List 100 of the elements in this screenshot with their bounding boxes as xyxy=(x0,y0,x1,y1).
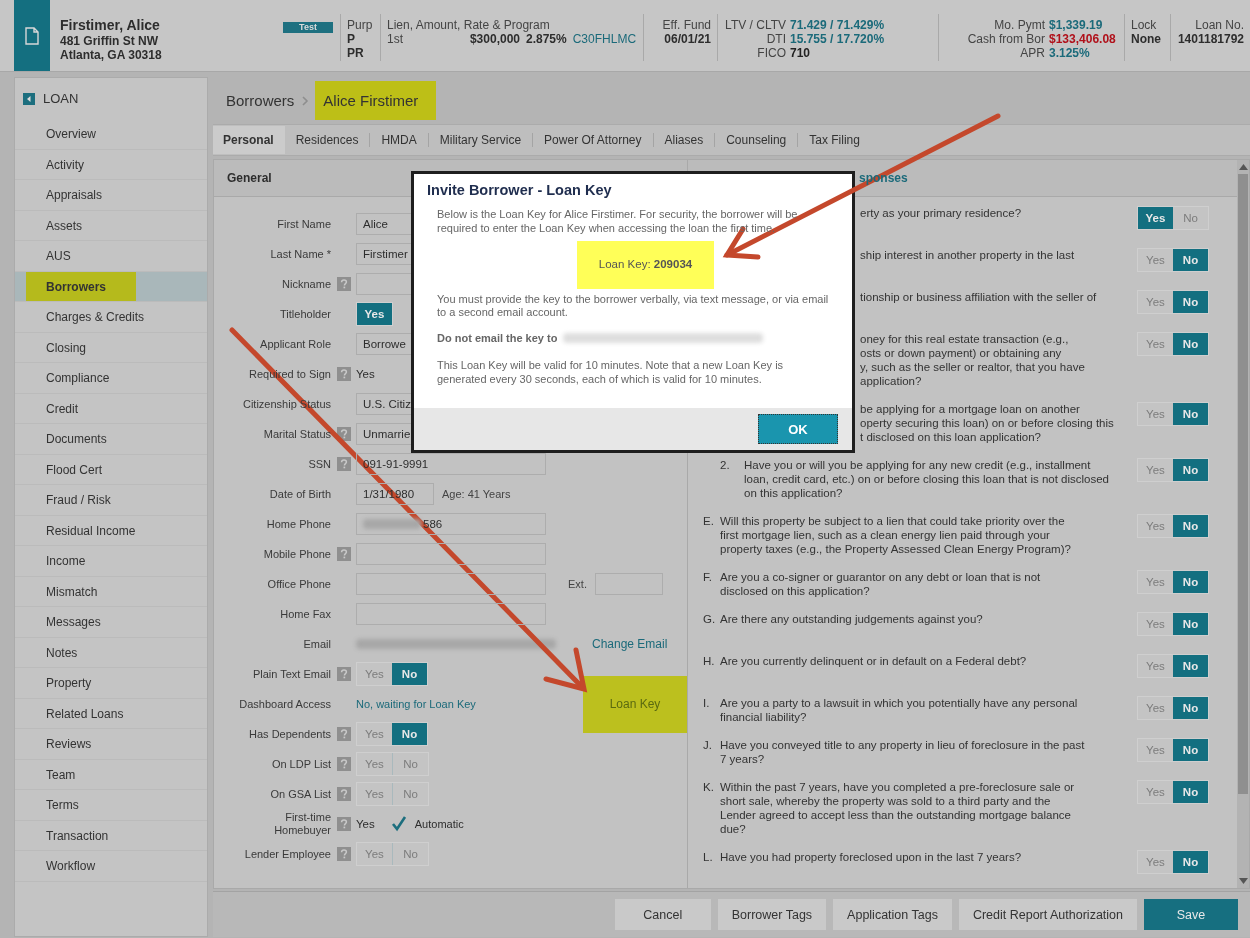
toggle-option[interactable]: Yes xyxy=(357,303,392,325)
sidebar-item[interactable]: Workflow xyxy=(15,851,207,882)
text-field[interactable] xyxy=(356,573,546,595)
sidebar-item[interactable]: Messages xyxy=(15,607,207,638)
tab[interactable]: Power Of Attorney xyxy=(532,133,653,147)
toggle-option[interactable]: Yes xyxy=(1138,571,1173,593)
toggle-option[interactable]: No xyxy=(1173,851,1208,873)
tab[interactable]: Military Service xyxy=(427,133,533,147)
tab[interactable]: Counseling xyxy=(714,133,798,147)
loan-key-button[interactable]: Loan Key xyxy=(583,675,687,733)
sidebar-item[interactable]: Team xyxy=(15,759,207,790)
sidebar-item[interactable]: Related Loans xyxy=(15,698,207,729)
toggle-option[interactable]: No xyxy=(1173,697,1208,719)
sidebar-item[interactable]: AUS xyxy=(15,241,207,272)
checkbox[interactable] xyxy=(390,816,407,832)
sidebar-item[interactable]: Notes xyxy=(15,637,207,668)
help-icon[interactable] xyxy=(336,847,351,861)
footer-button[interactable]: Borrower Tags xyxy=(717,899,827,930)
sidebar-item[interactable]: Mismatch xyxy=(15,576,207,607)
ok-button[interactable]: OK xyxy=(758,414,838,444)
toggle-option[interactable]: No xyxy=(392,753,428,775)
toggle-option[interactable]: No xyxy=(1173,403,1208,425)
sidebar-item[interactable]: Residual Income xyxy=(15,515,207,546)
sidebar-item[interactable]: Closing xyxy=(15,332,207,363)
toggle-option[interactable]: Yes xyxy=(357,843,392,865)
sidebar-item[interactable]: Reviews xyxy=(15,729,207,760)
sidebar-item[interactable]: Terms xyxy=(15,790,207,821)
toggle-option[interactable]: Yes xyxy=(357,753,392,775)
toggle-option[interactable]: Yes xyxy=(1138,655,1173,677)
toggle-option[interactable]: No xyxy=(1173,739,1208,761)
toggle-option[interactable]: Yes xyxy=(1138,207,1173,229)
toggle-option[interactable]: No xyxy=(392,783,428,805)
sidebar-item[interactable]: Income xyxy=(15,546,207,577)
toggle-option[interactable]: Yes xyxy=(357,723,392,745)
sidebar-item[interactable]: Assets xyxy=(15,210,207,241)
sidebar-item[interactable]: Activity xyxy=(15,149,207,180)
help-icon[interactable] xyxy=(336,457,351,471)
sidebar-item[interactable]: Appraisals xyxy=(15,180,207,211)
text-field[interactable] xyxy=(356,603,546,625)
help-icon[interactable] xyxy=(336,547,351,561)
footer-button[interactable]: Cancel xyxy=(614,899,711,930)
toggle-option[interactable]: Yes xyxy=(1138,249,1173,271)
sidebar-item[interactable]: Charges & Credits xyxy=(15,302,207,333)
toggle-option[interactable]: Yes xyxy=(1138,403,1173,425)
toggle-option[interactable]: No xyxy=(1173,655,1208,677)
footer-button[interactable]: Application Tags xyxy=(833,899,952,930)
toggle-option[interactable]: Yes xyxy=(1138,851,1173,873)
sidebar-item[interactable]: Flood Cert xyxy=(15,454,207,485)
toggle-option[interactable]: Yes xyxy=(1138,459,1173,481)
text-field[interactable]: 586 xyxy=(356,513,546,535)
footer-button[interactable]: Credit Report Authorization xyxy=(958,899,1137,930)
footer-button[interactable]: Save xyxy=(1144,899,1238,930)
scrollbar[interactable] xyxy=(1237,160,1249,888)
tab[interactable]: Residences xyxy=(284,133,370,147)
toggle-option[interactable]: Yes xyxy=(1138,739,1173,761)
sidebar-item[interactable]: Fraud / Risk xyxy=(15,485,207,516)
toggle-option[interactable]: No xyxy=(1173,333,1208,355)
sidebar-item[interactable]: Compliance xyxy=(15,363,207,394)
help-icon[interactable] xyxy=(336,367,351,381)
tab[interactable]: Personal xyxy=(213,126,285,154)
toggle-option[interactable]: No xyxy=(1173,249,1208,271)
toggle-option[interactable]: No xyxy=(1173,291,1208,313)
toggle-option[interactable]: No xyxy=(1173,207,1208,229)
sidebar-item[interactable]: Borrowers xyxy=(15,271,207,302)
tab[interactable]: HMDA xyxy=(369,133,428,147)
toggle-option[interactable]: No xyxy=(1173,781,1208,803)
toggle-option[interactable]: Yes xyxy=(1138,291,1173,313)
help-icon[interactable] xyxy=(336,757,351,771)
toggle-option[interactable]: Yes xyxy=(357,663,392,685)
scroll-down-icon[interactable] xyxy=(1238,878,1248,884)
text-field[interactable] xyxy=(356,543,546,565)
sidebar-item[interactable]: Transaction xyxy=(15,820,207,851)
toggle-option[interactable]: Yes xyxy=(1138,697,1173,719)
toggle-option[interactable]: No xyxy=(1173,459,1208,481)
sidebar-item[interactable]: Documents xyxy=(15,424,207,455)
sidebar-item[interactable]: Credit xyxy=(15,393,207,424)
help-icon[interactable] xyxy=(336,817,351,831)
toggle-option[interactable]: No xyxy=(392,843,428,865)
tab[interactable]: Aliases xyxy=(652,133,715,147)
tab[interactable]: Tax Filing xyxy=(797,133,871,147)
sidebar-item[interactable]: Property xyxy=(15,668,207,699)
help-icon[interactable] xyxy=(336,667,351,681)
toggle-option[interactable]: No xyxy=(392,663,427,685)
toggle-option[interactable]: Yes xyxy=(1138,613,1173,635)
scroll-up-icon[interactable] xyxy=(1238,164,1248,170)
help-icon[interactable] xyxy=(336,727,351,741)
back-icon[interactable] xyxy=(23,92,35,105)
toggle-option[interactable]: Yes xyxy=(1138,781,1173,803)
toggle-option[interactable]: Yes xyxy=(1138,333,1173,355)
help-icon[interactable] xyxy=(336,787,351,801)
breadcrumb-item[interactable]: Borrowers xyxy=(226,82,295,119)
breadcrumb-item[interactable]: Alice Firstimer xyxy=(315,81,437,120)
toggle-option[interactable]: No xyxy=(1173,515,1208,537)
toggle-option[interactable]: Yes xyxy=(1138,515,1173,537)
toggle-option[interactable]: No xyxy=(392,723,427,745)
sidebar-item[interactable]: Overview xyxy=(15,119,207,150)
toggle-option[interactable]: No xyxy=(1173,571,1208,593)
help-icon[interactable] xyxy=(336,277,351,291)
toggle-option[interactable]: Yes xyxy=(357,783,392,805)
toggle-option[interactable]: No xyxy=(1173,613,1208,635)
